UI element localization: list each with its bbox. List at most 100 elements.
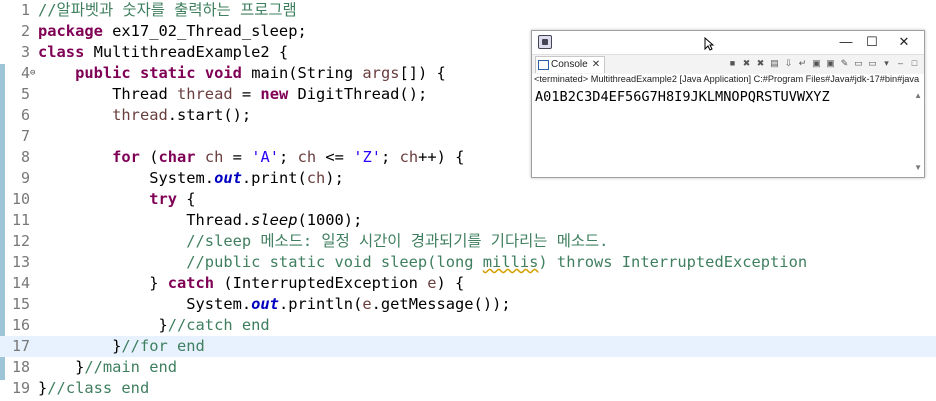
console-titlebar[interactable]: — ☐ ✕ [532, 31, 924, 53]
code-line[interactable]: 19}//class end [0, 378, 936, 399]
scroll-up-icon[interactable]: ▲ [914, 91, 922, 100]
line-number: 5 [20, 85, 30, 103]
code-token: { [177, 190, 196, 208]
code-token: 'Z' [353, 148, 382, 166]
code-token: System. [38, 169, 215, 187]
code-token: catch [167, 274, 215, 292]
code-token: args [362, 64, 400, 82]
word-wrap-icon[interactable]: ↵ [797, 58, 808, 69]
code-line[interactable]: 14 } catch (InterruptedException e) { [0, 273, 936, 294]
clear-console-icon[interactable]: ▤ [769, 58, 780, 69]
code-token: //알파벳과 숫자를 출력하는 프로그램 [38, 1, 297, 19]
line-number: 8 [20, 148, 30, 166]
code-token: package [38, 22, 103, 40]
code-line[interactable]: 16 }//catch end [0, 315, 936, 336]
code-text: //알파벳과 숫자를 출력하는 프로그램 [38, 0, 297, 21]
line-number: 7 [20, 127, 30, 145]
close-button[interactable]: ✕ [891, 32, 917, 52]
console-toolbar: ■ ✖ ✖ ▤ ⇩ ↵ ▣ ▣ ✎ ▭ ▭ ▾ – □ [727, 58, 920, 72]
eclipse-app-icon [538, 35, 552, 49]
code-text: try { [38, 189, 196, 210]
code-token: public [75, 64, 131, 82]
code-text: //public static void sleep(long millis) … [38, 252, 807, 273]
line-number: 11 [11, 211, 30, 229]
code-token: new [260, 85, 289, 103]
code-token: //for end [121, 337, 205, 355]
code-line[interactable]: 17 }//for end [0, 336, 936, 357]
code-token: } [38, 337, 122, 355]
remove-all-icon[interactable]: ✖ [755, 58, 766, 69]
code-text: System.out.println(e.getMessage()); [38, 294, 511, 315]
code-token: millis [482, 253, 539, 271]
view-menu-icon[interactable]: ▾ [881, 58, 892, 69]
maximize-view-icon[interactable]: □ [909, 58, 920, 69]
code-token: <= [316, 148, 354, 166]
code-token: thread [112, 106, 168, 124]
minimize-view-icon[interactable]: – [895, 58, 906, 69]
scroll-lock-icon[interactable]: ⇩ [783, 58, 794, 69]
code-line[interactable]: 15 System.out.println(e.getMessage()); [0, 294, 936, 315]
pin-console-icon[interactable]: ✎ [839, 58, 850, 69]
mouse-cursor-icon [704, 37, 714, 51]
code-token: .getMessage()); [371, 295, 511, 313]
line-number: 2 [20, 22, 30, 40]
code-token: char [158, 148, 196, 166]
code-token: DigitThread(); [288, 85, 428, 103]
code-token: MultithreadExample2 { [84, 43, 289, 61]
code-token: []) { [399, 64, 446, 82]
code-line[interactable]: 12 //sleep 메소드: 일정 시간이 경과되기를 기다리는 메소드. [0, 231, 936, 252]
code-token: //class end [47, 379, 150, 397]
stop-icon[interactable]: ■ [727, 58, 738, 69]
code-token: ch [399, 148, 419, 166]
code-token: } [38, 379, 48, 397]
minimize-button[interactable]: — [833, 32, 859, 52]
code-text: class MultithreadExample2 { [38, 42, 288, 63]
code-text: for (char ch = 'A'; ch <= 'Z'; ch++) { [38, 147, 464, 168]
code-token: thread [177, 85, 233, 103]
code-line[interactable]: 13 //public static void sleep(long milli… [0, 252, 936, 273]
line-number: 6 [20, 106, 30, 124]
code-token: } [38, 316, 168, 334]
code-line[interactable]: 18 }//main end [0, 357, 936, 378]
remove-launch-icon[interactable]: ✖ [741, 58, 752, 69]
code-token: ) throws InterruptedException [538, 253, 808, 271]
code-token: = [232, 85, 261, 103]
close-icon[interactable]: ✕ [592, 57, 600, 73]
code-line[interactable]: 10 try { [0, 189, 936, 210]
code-token: e [362, 295, 372, 313]
console-icon [538, 60, 549, 70]
code-text: }//for end [38, 336, 205, 357]
line-number: 14 [11, 274, 30, 292]
new-console-icon[interactable]: ▭ [867, 58, 878, 69]
code-token: class [38, 43, 85, 61]
tab-console[interactable]: Console ✕ [535, 56, 606, 73]
code-token: ) { [436, 274, 465, 292]
code-text: package ex17_02_Thread_sleep; [38, 21, 307, 42]
fold-toggle-icon[interactable]: ⊖ [30, 68, 35, 78]
code-token: (InterruptedException [214, 274, 428, 292]
code-text: System.out.print(ch); [38, 168, 344, 189]
maximize-button[interactable]: ☐ [859, 32, 885, 52]
code-token: //public static void sleep(long [186, 253, 483, 271]
code-token: sleep [251, 211, 298, 229]
code-token: for [112, 148, 140, 166]
code-token: .start(); [167, 106, 252, 124]
code-token: void [204, 64, 242, 82]
line-number: 19 [11, 379, 30, 397]
code-text: Thread.sleep(1000); [38, 210, 362, 231]
code-line[interactable]: 1 //알파벳과 숫자를 출력하는 프로그램 [0, 0, 936, 21]
code-token: //sleep 메소드: 일정 시간이 경과되기를 기다리는 메소드. [186, 232, 609, 250]
code-token: Thread. [38, 211, 252, 229]
scroll-down-icon[interactable]: ▼ [914, 163, 922, 172]
console-output[interactable]: A01B2C3D4EF56G7H8I9JKLMNOPQRSTUVWXYZ [535, 89, 830, 105]
code-token: ; [279, 148, 298, 166]
show-on-stderr-icon[interactable]: ▣ [825, 58, 836, 69]
line-number: 16 [11, 316, 30, 334]
code-line[interactable]: 11 Thread.sleep(1000); [0, 210, 936, 231]
show-on-stdout-icon[interactable]: ▣ [811, 58, 822, 69]
display-selected-icon[interactable]: ▭ [853, 58, 864, 69]
code-token: //main end [84, 358, 178, 376]
